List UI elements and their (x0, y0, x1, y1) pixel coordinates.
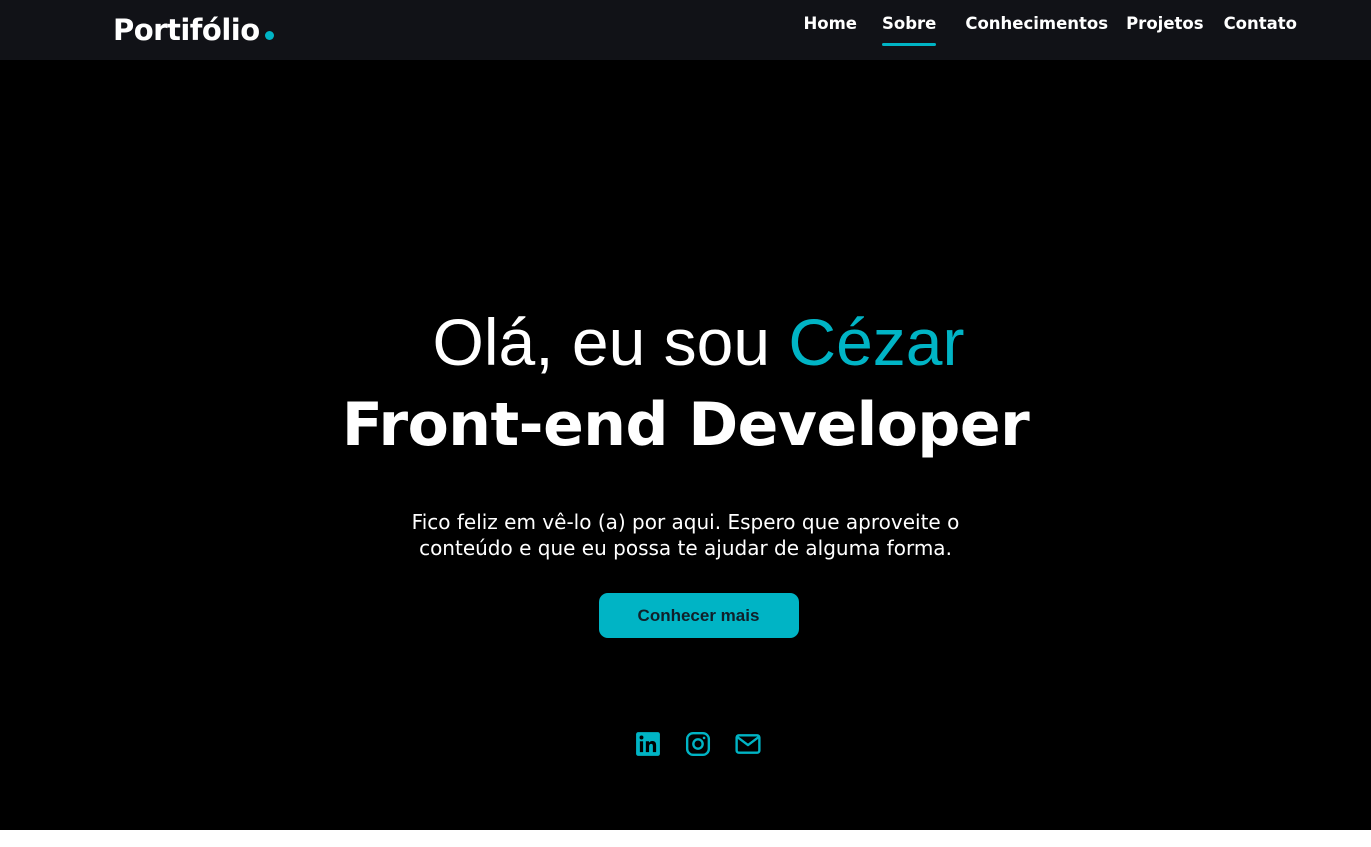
nav-links: Home Sobre Conhecimentos Projetos Contat… (803, 0, 1297, 60)
nav-conhecimentos[interactable]: Conhecimentos (965, 0, 1108, 35)
linkedin-link[interactable] (635, 731, 661, 757)
greeting: Olá, eu sou Cézar (13, 300, 1371, 387)
hero: Olá, eu sou Cézar Front-end Developer Fi… (0, 300, 1371, 638)
active-nav-indicator (881, 43, 937, 46)
nav-conhecimentos-label: Conhecimentos (965, 14, 1109, 33)
linkedin-icon (635, 732, 660, 756)
nav-sobre[interactable]: Sobre (881, 0, 937, 46)
nav-contato[interactable]: Contato (1224, 0, 1297, 35)
nav-contato-label: Contato (1223, 14, 1297, 33)
greeting-name: Cézar (788, 305, 965, 379)
social-links (12, 731, 1371, 757)
nav-projetos-label: Projetos (1126, 14, 1204, 33)
logo[interactable]: Portifólio (113, 10, 274, 50)
nav-home-label: Home (803, 14, 857, 33)
nav-sobre-label: Sobre (881, 14, 937, 33)
role-title: Front-end Developer (341, 390, 1030, 460)
mail-icon (734, 734, 761, 754)
logo-dot (264, 31, 274, 40)
instagram-link[interactable] (685, 731, 711, 757)
instagram-icon (685, 731, 710, 757)
greeting-prefix: Olá, eu sou (432, 305, 789, 379)
conhecer-mais-button[interactable]: Conhecer mais (598, 593, 799, 638)
intro-text: Fico feliz em vê-lo (a) por aqui. Espero… (411, 510, 960, 560)
mail-link[interactable] (734, 731, 761, 757)
navbar: Portifólio Home Sobre Conhecimentos Proj… (0, 0, 1371, 60)
nav-home[interactable]: Home (803, 0, 857, 35)
logo-text: Portifólio (113, 13, 260, 47)
nav-projetos[interactable]: Projetos (1126, 0, 1203, 35)
page: Portifólio Home Sobre Conhecimentos Proj… (0, 0, 1371, 830)
